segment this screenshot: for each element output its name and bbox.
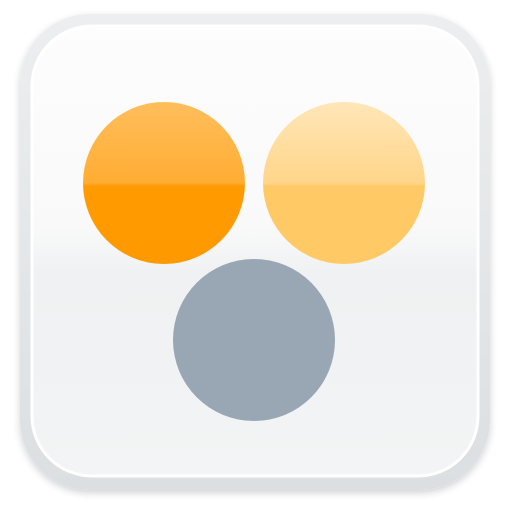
gray-dot	[173, 259, 335, 421]
light-orange-dot	[263, 102, 425, 264]
icon-stage	[0, 0, 512, 512]
app-icon	[20, 14, 490, 490]
orange-dot	[83, 102, 245, 264]
